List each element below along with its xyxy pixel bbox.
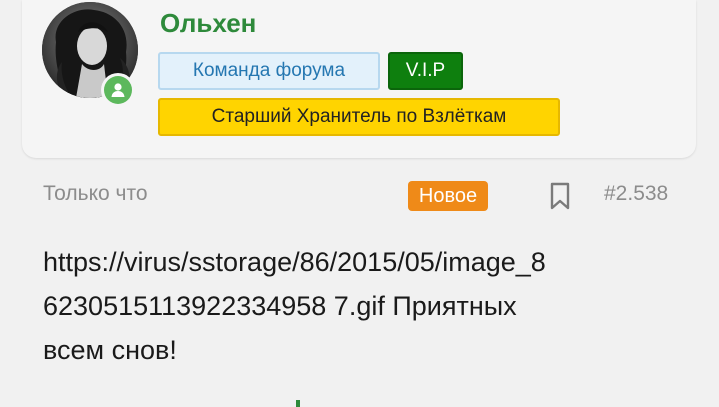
new-badge: Новое	[408, 181, 488, 211]
post-text-line: 6230515113922334958 7.gif Приятных	[43, 291, 517, 321]
post-text-line: всем снов!	[43, 335, 177, 365]
vip-badge: V.I.P	[388, 52, 463, 90]
post-number-link[interactable]: #2.538	[604, 182, 668, 206]
user-online-icon	[104, 76, 132, 104]
username-link[interactable]: Ольхен	[160, 8, 256, 39]
rank-badge: Старший Хранитель по Взлёткам	[158, 98, 560, 136]
post-text-line[interactable]: https://virus/sstorage/86/2015/05/image_…	[43, 240, 693, 284]
forum-post: Ольхен Команда форума V.I.P Старший Хран…	[0, 0, 719, 407]
post-time[interactable]: Только что	[43, 182, 148, 206]
online-status-badge	[101, 73, 135, 107]
cropped-element	[296, 400, 300, 407]
post-content: https://virus/sstorage/86/2015/05/image_…	[43, 240, 693, 372]
team-badge: Команда форума	[158, 52, 380, 90]
bookmark-icon[interactable]	[548, 181, 572, 211]
